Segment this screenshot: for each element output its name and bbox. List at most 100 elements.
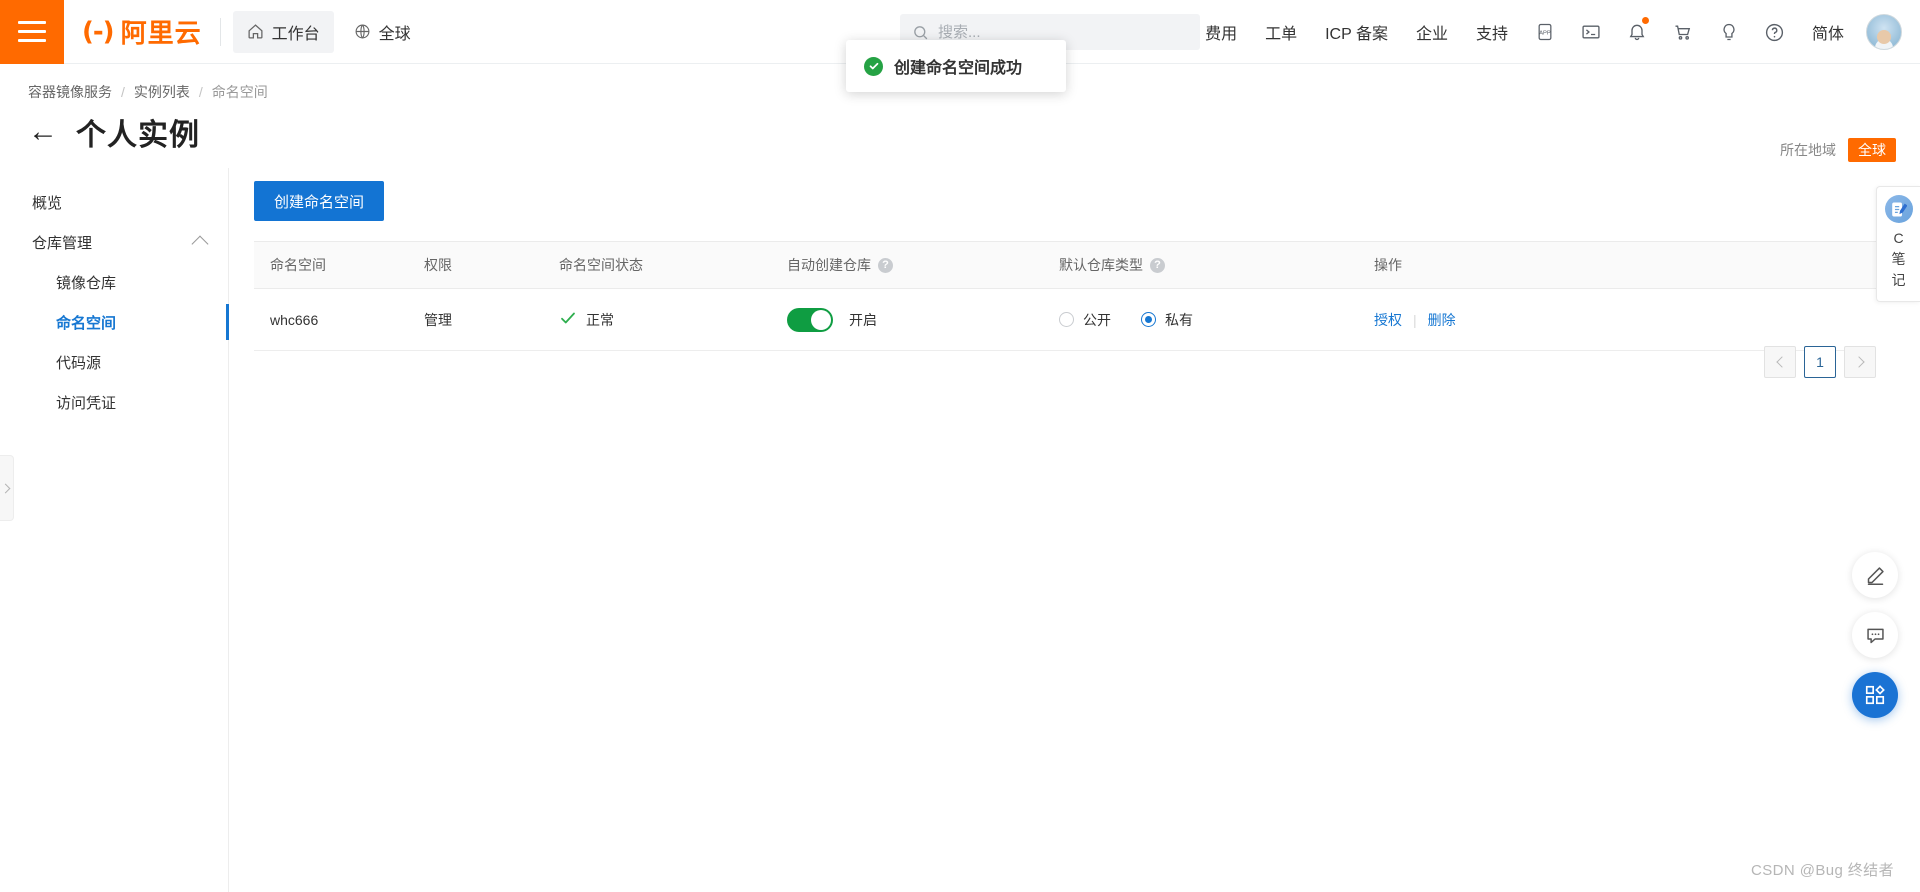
page-title-row: ← 个人实例 <box>28 110 200 154</box>
svg-text:APP: APP <box>1539 31 1551 37</box>
success-toast: 创建命名空间成功 <box>846 40 1066 92</box>
pencil-icon[interactable] <box>1852 552 1898 598</box>
radio-public-label: 公开 <box>1083 311 1111 328</box>
home-icon <box>247 23 265 41</box>
language-selector[interactable]: 简体 <box>1798 20 1858 44</box>
header-link-fees[interactable]: 费用 <box>1191 20 1251 44</box>
apps-grid-icon[interactable] <box>1852 672 1898 718</box>
breadcrumb-item-1[interactable]: 实例列表 <box>134 82 190 102</box>
radio-dot-icon <box>1141 312 1156 327</box>
sidebar-item-access-credential[interactable]: 访问凭证 <box>0 382 228 422</box>
radio-public[interactable]: 公开 <box>1059 310 1111 330</box>
breadcrumb-separator: / <box>198 84 203 100</box>
action-delete[interactable]: 删除 <box>1428 310 1456 330</box>
hamburger-icon[interactable] <box>0 0 64 64</box>
header-right-group: 费用 工单 ICP 备案 企业 支持 APP 简体 <box>1191 0 1902 64</box>
sidebar-item-overview[interactable]: 概览 <box>0 182 228 222</box>
sidebar-item-label: 概览 <box>32 194 63 212</box>
namespace-table: 命名空间 权限 命名空间状态 自动创建仓库 ? 默认仓库类型 ? 操作 whc6… <box>254 241 1876 351</box>
column-header-permission: 权限 <box>424 257 452 273</box>
pagination-next-button[interactable] <box>1844 346 1876 378</box>
notification-dot <box>1641 17 1649 24</box>
search-icon <box>912 24 929 41</box>
pagination-prev-button[interactable] <box>1764 346 1796 378</box>
cell-repo-type: 公开 私有 <box>1059 310 1374 330</box>
sidebar-collapse-handle[interactable] <box>0 455 14 521</box>
column-header-repo-type: 默认仓库类型 ? <box>1059 255 1374 275</box>
logo-mark-icon: (-) <box>82 16 115 47</box>
table-row: whc666 管理 正常 开启 公开 私有 授权 | 删除 <box>254 289 1876 351</box>
breadcrumb: 容器镜像服务 / 实例列表 / 命名空间 <box>28 82 268 102</box>
terminal-icon[interactable] <box>1568 0 1614 64</box>
chat-bubble-icon[interactable] <box>1852 612 1898 658</box>
region-info: 所在地域 全球 <box>1780 138 1896 162</box>
radio-private[interactable]: 私有 <box>1141 310 1193 330</box>
success-check-icon <box>864 56 883 76</box>
search-input[interactable] <box>938 23 1188 41</box>
chevron-right-icon <box>0 483 11 493</box>
sidebar-item-label: 仓库管理 <box>32 234 93 252</box>
sidebar-item-namespace[interactable]: 命名空间 <box>0 302 229 342</box>
header-divider <box>219 17 221 46</box>
auto-create-toggle-label: 开启 <box>849 311 877 328</box>
header-link-icp[interactable]: ICP 备案 <box>1311 20 1402 44</box>
header-nav: 工作台 全球 <box>232 10 425 53</box>
back-arrow-icon[interactable]: ← <box>28 117 58 147</box>
nav-item-workbench[interactable]: 工作台 <box>232 10 334 53</box>
note-widget[interactable]: C 笔 记 <box>1876 186 1920 302</box>
note-letter-ji: 记 <box>1891 272 1906 288</box>
nav-item-global[interactable]: 全球 <box>340 11 425 53</box>
avatar-face <box>1877 30 1891 44</box>
pagination: 1 <box>1764 346 1876 378</box>
help-icon[interactable] <box>1752 0 1798 64</box>
main-content: 创建命名空间 命名空间 权限 命名空间状态 自动创建仓库 ? 默认仓库类型 ? … <box>229 168 1920 892</box>
radio-dot-icon <box>1059 312 1074 327</box>
auto-create-toggle[interactable] <box>787 307 833 332</box>
alibaba-cloud-logo[interactable]: (-) 阿里云 <box>82 13 202 50</box>
header-link-tickets[interactable]: 工单 <box>1251 20 1311 44</box>
help-tooltip-icon[interactable]: ? <box>1150 257 1165 273</box>
help-tooltip-icon[interactable]: ? <box>878 257 893 273</box>
cell-actions: 授权 | 删除 <box>1374 310 1876 330</box>
sidebar-item-label: 代码源 <box>56 354 102 372</box>
breadcrumb-item-0[interactable]: 容器镜像服务 <box>28 82 112 102</box>
sidebar-item-repo-management[interactable]: 仓库管理 <box>0 222 228 262</box>
chevron-up-icon[interactable] <box>191 235 209 253</box>
left-sidebar: 概览 仓库管理 镜像仓库 命名空间 代码源 访问凭证 <box>0 168 229 892</box>
sidebar-item-code-source[interactable]: 代码源 <box>0 342 228 382</box>
column-header-repo-type-label: 默认仓库类型 <box>1059 257 1143 273</box>
pagination-page-1[interactable]: 1 <box>1804 346 1836 378</box>
avatar[interactable] <box>1866 14 1902 50</box>
check-icon <box>559 309 577 331</box>
column-header-namespace: 命名空间 <box>270 257 326 273</box>
breadcrumb-item-2: 命名空间 <box>211 84 268 100</box>
bell-icon[interactable] <box>1614 0 1660 64</box>
table-header-row: 命名空间 权限 命名空间状态 自动创建仓库 ? 默认仓库类型 ? 操作 <box>254 241 1876 289</box>
sidebar-item-label: 命名空间 <box>56 314 117 332</box>
sidebar-item-label: 镜像仓库 <box>56 274 117 292</box>
cell-namespace: whc666 <box>270 311 319 328</box>
floating-action-buttons <box>1852 552 1898 718</box>
note-letter-bi: 笔 <box>1891 251 1906 267</box>
sidebar-item-image-repo[interactable]: 镜像仓库 <box>0 262 228 302</box>
chevron-right-icon <box>1852 356 1865 368</box>
chevron-left-icon <box>1775 356 1788 368</box>
note-letter-c: C <box>1893 230 1904 246</box>
header-link-support[interactable]: 支持 <box>1462 20 1522 44</box>
notepad-pen-icon <box>1884 195 1913 223</box>
app-icon[interactable]: APP <box>1522 0 1568 64</box>
action-authorize[interactable]: 授权 <box>1374 310 1402 330</box>
column-header-actions: 操作 <box>1374 257 1402 273</box>
toast-message: 创建命名空间成功 <box>894 60 1023 77</box>
cart-icon[interactable] <box>1660 0 1706 64</box>
nav-item-workbench-label: 工作台 <box>271 25 320 43</box>
logo-text: 阿里云 <box>120 18 202 48</box>
cell-status: 正常 <box>559 309 787 331</box>
region-label: 所在地域 <box>1780 142 1836 158</box>
toggle-knob <box>811 309 831 330</box>
cell-permission: 管理 <box>424 311 452 328</box>
create-namespace-button[interactable]: 创建命名空间 <box>254 181 385 221</box>
bulb-icon[interactable] <box>1706 0 1752 64</box>
header-link-enterprise[interactable]: 企业 <box>1402 20 1462 44</box>
region-badge: 全球 <box>1848 138 1896 162</box>
